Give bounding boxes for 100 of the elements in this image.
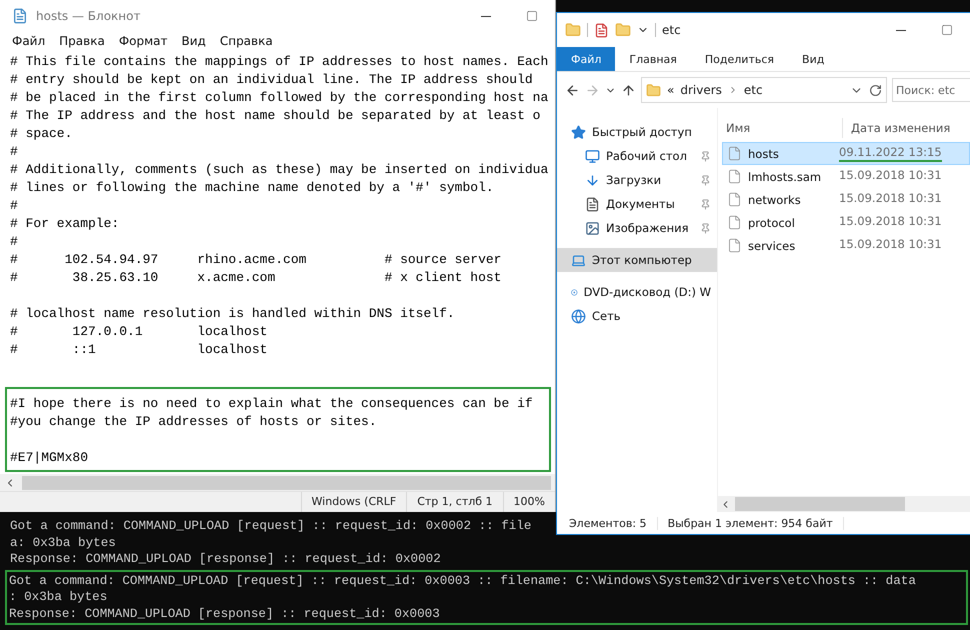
text-line: #I hope there is no need to explain what the consequences can be if — [10, 395, 534, 413]
picture-icon — [585, 220, 600, 236]
scroll-thumb[interactable] — [735, 497, 905, 511]
status-text: Элементов: 5 — [569, 516, 658, 530]
file-date: 15.09.2018 10:31 — [839, 191, 942, 207]
text-line: # lines or following the machine name denoted by a '#' symbol. — [10, 179, 495, 197]
file-row[interactable]: networks 15.09.2018 10:31 — [722, 188, 970, 211]
file-icon — [727, 169, 742, 184]
text-line: # For example: — [10, 215, 120, 233]
computer-icon — [571, 252, 586, 268]
status-text: Стр 1, стлб 1 — [406, 492, 503, 512]
nav-item[interactable]: Сеть — [557, 304, 717, 328]
nav-item[interactable]: Загрузки — [557, 168, 717, 192]
forward-icon[interactable] — [585, 82, 600, 98]
text-line: # Additionally, comments (such as these) may be inserted on individua — [10, 161, 550, 179]
file-icon — [727, 192, 742, 207]
document-icon — [585, 196, 600, 212]
maximize-icon — [526, 10, 538, 22]
text-line: # 127.0.0.1 localhost — [10, 323, 268, 341]
network-icon — [571, 308, 586, 324]
path-overflow[interactable]: « — [667, 83, 674, 97]
file-date: 15.09.2018 10:31 — [839, 237, 942, 253]
menu-item[interactable]: Справка — [212, 32, 280, 50]
folder-icon[interactable] — [615, 22, 631, 38]
text-line: #you change the IP addresses of hosts or sites. — [10, 413, 378, 431]
file-icon — [727, 146, 742, 161]
console-line: a: 0x3ba bytes — [10, 534, 116, 551]
column-header[interactable]: Дата изменения — [843, 118, 970, 138]
nav-item[interactable]: Изображения — [557, 216, 717, 240]
pin-icon — [700, 150, 711, 162]
folder-icon[interactable] — [565, 22, 581, 38]
text-line: #E7|MGMx80 — [10, 449, 90, 467]
ribbon-tab[interactable]: Поделиться — [690, 47, 788, 71]
column-header[interactable]: Имя — [718, 118, 843, 138]
scroll-thumb[interactable] — [22, 476, 551, 490]
star-icon — [571, 124, 586, 140]
console-line: Response: COMMAND_UPLOAD [response] :: request_id: 0x0003 — [9, 606, 440, 622]
file-icon — [727, 215, 742, 230]
file-name: hosts — [748, 146, 779, 160]
text-line: # This file contains the mappings of IP addresses to host names. Each — [10, 53, 550, 71]
file-row[interactable]: lmhosts.sam 15.09.2018 10:31 — [722, 165, 970, 188]
download-arrow-icon — [585, 172, 600, 188]
console-line: Response: COMMAND_UPLOAD [response] :: request_id: 0x0002 — [10, 551, 441, 568]
menu-item[interactable]: Правка — [52, 32, 112, 50]
pin-icon — [700, 222, 711, 234]
file-row[interactable]: hosts 09.11.2022 13:15 — [722, 142, 970, 165]
refresh-icon[interactable] — [869, 84, 882, 96]
console-line: Got a command: COMMAND_UPLOAD [request] :: request_id: 0x0003 :: filename: C:\Windows\System32\drivers\etc\hosts :: data — [9, 572, 916, 589]
file-date: 15.09.2018 10:31 — [839, 214, 942, 230]
nav-item[interactable]: Этот компьютер — [557, 248, 717, 272]
menu-item[interactable]: Файл — [5, 32, 52, 50]
file-name: services — [748, 238, 796, 252]
menu-item[interactable]: Вид — [174, 32, 213, 50]
file-date: 15.09.2018 10:31 — [839, 168, 942, 184]
console-line: Got a command: COMMAND_UPLOAD [request] :: request_id: 0x0002 :: file — [10, 518, 532, 534]
text-line: # space. — [10, 125, 74, 143]
text-line: # localhost name resolution is handled within DNS itself. — [10, 305, 456, 323]
search-field[interactable]: Поиск: etc — [892, 78, 970, 102]
window-title: etc — [662, 23, 681, 37]
pin-icon — [700, 174, 711, 186]
folder-icon — [646, 82, 661, 98]
window-title: hosts — Блокнот — [36, 9, 140, 23]
nav-item[interactable]: Быстрый доступ — [557, 120, 717, 144]
nav-item[interactable]: Рабочий стол — [557, 144, 717, 168]
menu-item[interactable]: Формат — [112, 32, 175, 50]
file-name: lmhosts.sam — [748, 170, 822, 184]
breadcrumb[interactable]: drivers — [680, 83, 722, 97]
maximize-icon — [941, 24, 953, 36]
text-line: # 102.54.94.97 rhino.acme.com # source server — [10, 251, 502, 269]
properties-icon[interactable] — [594, 22, 609, 38]
text-line: # The IP address and the host name should be separated by at least o — [10, 107, 542, 125]
file-row[interactable]: protocol 15.09.2018 10:31 — [722, 211, 970, 234]
pin-icon — [700, 198, 711, 210]
text-line: # — [10, 143, 19, 161]
text-line: # ::1 localhost — [10, 341, 268, 359]
notepad-icon — [12, 8, 28, 24]
status-text: 100% — [502, 492, 555, 512]
nav-item[interactable]: DVD-дисковод (D:) W — [557, 280, 717, 304]
horizontal-scrollbar[interactable] — [718, 496, 970, 512]
file-row[interactable]: services 15.09.2018 10:31 — [722, 234, 970, 257]
file-icon — [727, 238, 742, 253]
monitor-icon — [585, 148, 600, 164]
file-name: protocol — [748, 216, 795, 230]
nav-item[interactable]: Документы — [557, 192, 717, 216]
address-bar[interactable]: « drivers etc — [641, 77, 887, 103]
text-line: # 38.25.63.10 x.acme.com # x client host — [10, 269, 502, 287]
text-line: # be placed in the first column followed by the corresponding host na — [10, 89, 550, 107]
file-date: 09.11.2022 13:15 — [839, 145, 942, 162]
back-icon[interactable] — [565, 82, 580, 98]
ribbon-tab[interactable]: Главная — [615, 47, 691, 71]
ribbon-tab[interactable]: Файл — [557, 47, 616, 71]
text-line: # — [10, 197, 19, 215]
status-text: Windows (CRLF — [300, 492, 406, 512]
breadcrumb[interactable]: etc — [744, 83, 763, 97]
status-text: Выбран 1 элемент: 954 байт — [668, 516, 844, 530]
console-line: : 0x3ba bytes — [9, 589, 108, 606]
text-line: # entry should be kept on an individual line. The IP address should — [10, 71, 534, 89]
text-line: # — [10, 233, 19, 251]
ribbon-tab[interactable]: Вид — [788, 47, 838, 71]
horizontal-scrollbar[interactable] — [0, 474, 555, 491]
